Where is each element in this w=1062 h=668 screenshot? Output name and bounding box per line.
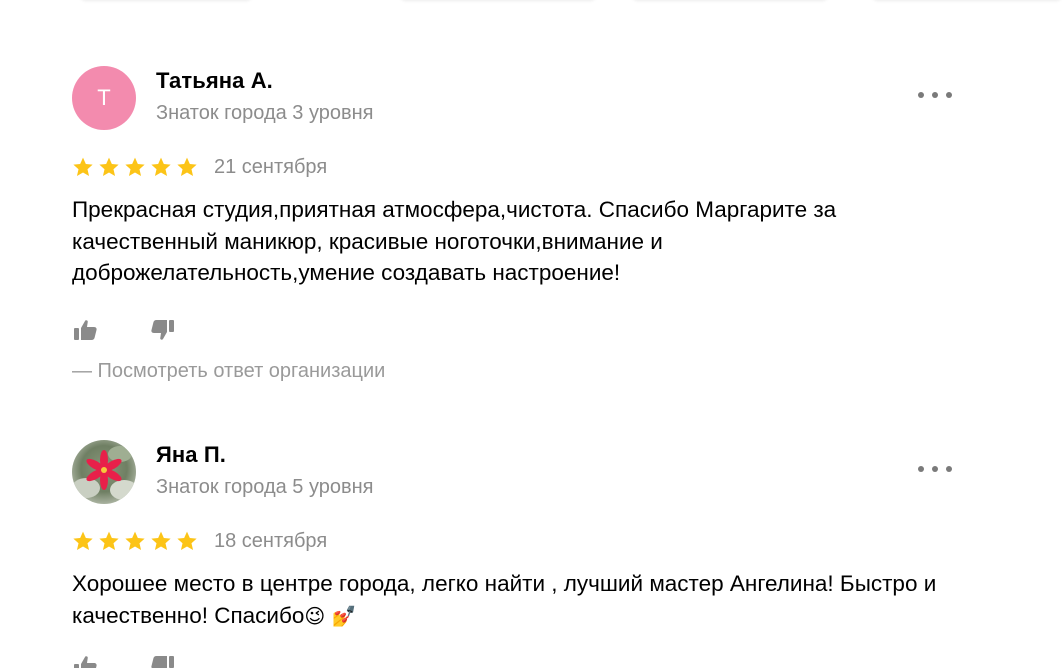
star-icon — [73, 157, 93, 176]
reactions — [72, 652, 176, 668]
author-name[interactable]: Яна П. — [156, 442, 226, 468]
view-organization-reply-link[interactable]: — Посмотреть ответ организации — [72, 360, 385, 383]
review-date: 21 сентября — [214, 155, 328, 178]
star-icon — [151, 157, 171, 176]
review-date: 18 сентября — [214, 529, 328, 552]
thumbs-up-icon[interactable] — [72, 316, 100, 344]
star-icon — [99, 157, 119, 176]
star-icon — [125, 531, 145, 550]
star-rating — [72, 156, 198, 178]
rating-row: 21 сентября — [72, 152, 327, 182]
star-icon — [151, 531, 171, 550]
review-text-emojis: 😉 💅 — [304, 603, 357, 628]
thumbs-down-icon[interactable] — [148, 652, 176, 668]
flower-photo-image — [72, 440, 136, 504]
author-name[interactable]: Татьяна А. — [156, 68, 273, 94]
thumbs-up-icon[interactable] — [72, 652, 100, 668]
dot — [932, 466, 938, 472]
author-level: Знаток города 3 уровня — [156, 102, 374, 124]
thumbs-down-icon[interactable] — [148, 316, 176, 344]
author-level: Знаток города 5 уровня — [156, 476, 374, 498]
star-icon — [73, 531, 93, 550]
reviews-page: Т Татьяна А. Знаток города 3 уровня 21 с… — [0, 0, 1062, 668]
more-options-button[interactable] — [918, 458, 952, 480]
review-text-main: Хорошее место в центре города, легко най… — [72, 571, 937, 628]
more-options-button[interactable] — [918, 84, 952, 106]
star-icon — [177, 531, 197, 550]
star-icon — [99, 531, 119, 550]
dot — [918, 92, 924, 98]
star-icon — [177, 157, 197, 176]
dot — [946, 92, 952, 98]
review-text: Хорошее место в центре города, легко най… — [72, 568, 972, 632]
rating-row: 18 сентября — [72, 526, 327, 556]
star-rating — [72, 530, 198, 552]
avatar[interactable] — [72, 440, 136, 504]
review-text: Прекрасная студия,приятная атмосфера,чис… — [72, 197, 837, 285]
top-card-remnants — [0, 0, 1062, 2]
dot — [946, 466, 952, 472]
reactions — [72, 316, 176, 344]
dot — [918, 466, 924, 472]
star-icon — [125, 157, 145, 176]
dot — [932, 92, 938, 98]
avatar[interactable]: Т — [72, 66, 136, 130]
